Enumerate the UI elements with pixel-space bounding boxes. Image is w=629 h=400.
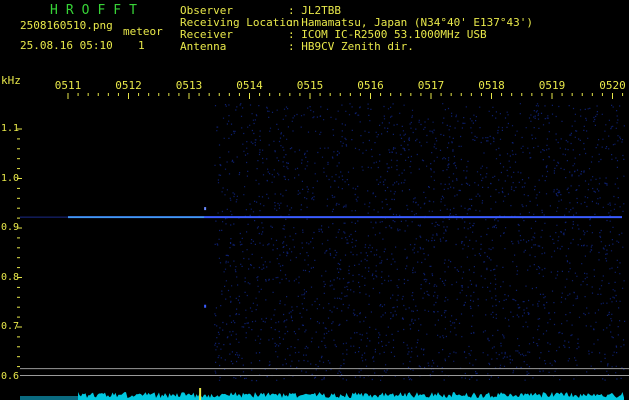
meteor-echo [204, 207, 207, 211]
noise-level-baseline [20, 396, 78, 400]
spectrogram-noise [214, 103, 626, 382]
meteor-marker [199, 388, 202, 400]
spectrogram [0, 0, 629, 400]
meteor-echo-trace [204, 304, 207, 308]
hrofft-screen: HROFFT 2508160510.png 25.08.16 05:10 met… [0, 0, 629, 400]
spectrogram-svg [17, 93, 629, 400]
noise-level-trace [78, 392, 624, 400]
